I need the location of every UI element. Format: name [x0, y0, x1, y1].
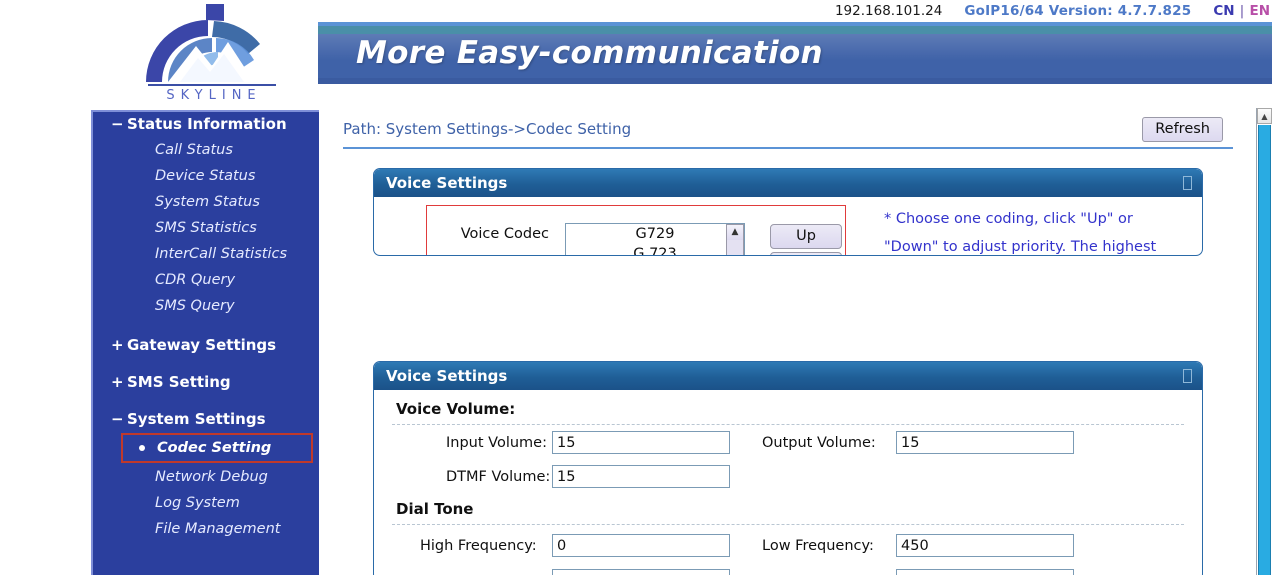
sidebar-group-label: Status Information [127, 115, 287, 133]
scroll-up-icon[interactable]: ▲ [1257, 108, 1272, 124]
input-volume-field[interactable] [552, 431, 730, 454]
codec-option[interactable]: G.723 [566, 244, 744, 255]
output-volume-field[interactable] [896, 431, 1074, 454]
hint-line: "Down" to adjust priority. The highest [884, 239, 1157, 255]
language-link-cn[interactable]: CN [1213, 3, 1234, 19]
section-divider [392, 524, 1184, 525]
sidebar-group-system-settings[interactable]: − System Settings [93, 407, 319, 432]
move-down-button[interactable]: Down [770, 252, 842, 255]
sidebar-group-sms-setting[interactable]: + SMS Setting [93, 370, 319, 395]
sidebar-item-system-status[interactable]: System Status [93, 189, 319, 215]
dtmf-volume-label: DTMF Volume: [446, 469, 551, 485]
sidebar-group-label: System Settings [127, 410, 266, 428]
main-content-area: Path: System Settings->Codec Setting Ref… [319, 105, 1255, 575]
input-volume-label: Input Volume: [446, 435, 547, 451]
high-frequency-label: High Frequency: [420, 538, 537, 554]
hint-line: * Choose one coding, click "Up" or [884, 211, 1133, 227]
logo-wordmark: SKYLINE [166, 88, 262, 103]
partial-field-left[interactable] [552, 569, 730, 575]
codec-list-scrollbar[interactable]: ▲ ▼ [726, 224, 744, 255]
sidebar-item-call-status[interactable]: Call Status [93, 137, 319, 163]
sidebar-item-label: Codec Setting [157, 440, 272, 456]
breadcrumb-bar: Path: System Settings->Codec Setting Ref… [343, 115, 1233, 149]
panel-collapse-icon[interactable] [1183, 369, 1192, 383]
sidebar-group-label: Gateway Settings [127, 336, 277, 354]
firmware-version: GoIP16/64 Version: 4.7.7.825 [964, 3, 1192, 19]
move-up-button[interactable]: Up [770, 224, 842, 249]
frequency-row: High Frequency: Low Frequency: [386, 534, 1190, 563]
panel-body: Voice Codec Priority: G729 G.723 iLBC ▲ … [374, 197, 1202, 255]
expand-toggle-icon[interactable]: + [111, 335, 127, 356]
panel-header: Voice Settings [374, 362, 1202, 390]
collapse-toggle-icon[interactable]: − [111, 409, 127, 430]
high-frequency-field[interactable] [552, 534, 730, 557]
sidebar-item-intercall-statistics[interactable]: InterCall Statistics [93, 241, 319, 267]
low-frequency-field[interactable] [896, 534, 1074, 557]
sidebar-item-file-management[interactable]: File Management [93, 516, 319, 542]
voice-volume-section-title: Voice Volume: [396, 400, 516, 418]
sidebar-item-network-debug[interactable]: Network Debug [93, 464, 319, 490]
sidebar-item-sms-query[interactable]: SMS Query [93, 293, 319, 319]
priority-label: Priority: [439, 254, 549, 255]
codec-list-select[interactable]: G729 G.723 iLBC [565, 223, 745, 255]
frequency-row-partial [386, 569, 1190, 575]
refresh-button[interactable]: Refresh [1142, 117, 1223, 142]
scrollbar-thumb[interactable] [1258, 125, 1271, 575]
voice-codec-label: Voice Codec [460, 226, 549, 242]
panel-header: Voice Settings [374, 169, 1202, 197]
section-divider [392, 424, 1184, 425]
codec-priority-group: Voice Codec Priority: G729 G.723 iLBC ▲ … [426, 205, 846, 255]
sidebar-group-status-information[interactable]: − Status Information [93, 112, 319, 137]
sidebar-item-cdr-query[interactable]: CDR Query [93, 267, 319, 293]
expand-toggle-icon[interactable]: + [111, 372, 127, 393]
sidebar-navigation: − Status Information Call Status Device S… [91, 110, 319, 575]
language-separator: | [1239, 3, 1245, 19]
header-banner: More Easy-communication [318, 22, 1272, 84]
scrollbar-track[interactable] [727, 240, 743, 255]
sidebar-item-codec-setting[interactable]: Codec Setting [121, 433, 313, 463]
voice-settings-codec-panel: Voice Settings Voice Codec Priority: G72… [373, 168, 1203, 256]
output-volume-label: Output Volume: [762, 435, 876, 451]
priority-controls: Up Down [770, 224, 842, 255]
dial-tone-section-title: Dial Tone [396, 500, 474, 518]
sidebar-item-device-status[interactable]: Device Status [93, 163, 319, 189]
panel-title: Voice Settings [386, 174, 508, 192]
panel-body: Voice Volume: Input Volume: Output Volum… [374, 390, 1202, 575]
collapse-toggle-icon[interactable]: − [111, 114, 127, 135]
codec-option[interactable]: G729 [566, 224, 744, 244]
panel-collapse-icon[interactable] [1183, 176, 1192, 190]
sidebar-item-sms-statistics[interactable]: SMS Statistics [93, 215, 319, 241]
breadcrumb: Path: System Settings->Codec Setting [343, 120, 632, 138]
partial-field-right[interactable] [896, 569, 1074, 575]
sidebar-group-gateway-settings[interactable]: + Gateway Settings [93, 333, 319, 358]
voice-settings-volume-panel: Voice Settings Voice Volume: Input Volum… [373, 361, 1203, 575]
low-frequency-label: Low Frequency: [762, 538, 874, 554]
banner-title: More Easy-communication [356, 35, 823, 71]
input-output-volume-row: Input Volume: Output Volume: [386, 431, 1190, 460]
dtmf-volume-field[interactable] [552, 465, 730, 488]
logo-underline [148, 84, 276, 86]
dtmf-volume-row: DTMF Volume: [386, 465, 1190, 494]
brand-logo: SKYLINE [120, 0, 310, 108]
sidebar-group-label: SMS Setting [127, 373, 231, 391]
codec-hint-text: * Choose one coding, click "Up" or "Down… [884, 205, 1184, 255]
page-scrollbar[interactable]: ▲ [1256, 108, 1272, 575]
language-link-en[interactable]: EN [1249, 3, 1270, 19]
scroll-up-icon[interactable]: ▲ [727, 225, 743, 240]
device-ip-address: 192.168.101.24 [834, 3, 943, 19]
sidebar-item-log-system[interactable]: Log System [93, 490, 319, 516]
bullet-icon [139, 445, 145, 451]
panel-title: Voice Settings [386, 367, 508, 385]
skyline-gear-logo-icon [146, 4, 260, 82]
